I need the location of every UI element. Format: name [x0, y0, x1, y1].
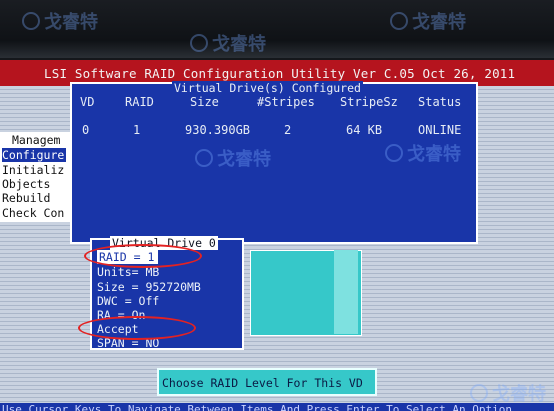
menu-item-objects[interactable]: Objects: [2, 177, 50, 191]
watermark-logo-icon: [195, 149, 213, 167]
menu-item-check-consistency[interactable]: Check Con: [2, 206, 64, 220]
watermark: 戈睿特: [22, 8, 98, 34]
watermark-logo-icon: [190, 34, 208, 52]
menu-item-configure[interactable]: Configure: [2, 148, 67, 162]
watermark-logo-icon: [385, 144, 403, 162]
cyan-panel-scroll: [334, 250, 358, 334]
watermark: 戈睿特: [470, 380, 546, 406]
cell-status: ONLINE: [418, 123, 462, 137]
watermark-logo-icon: [470, 384, 488, 402]
column-header-status: Status: [418, 95, 462, 109]
cell-size: 930.390GB: [185, 123, 251, 137]
bios-screen: LSI Software RAID Configuration Utility …: [0, 0, 554, 411]
watermark-logo-icon: [22, 12, 40, 30]
menu-item-initialize[interactable]: Initializ: [2, 163, 64, 177]
dwc-option[interactable]: DWC = Off: [97, 294, 159, 308]
annotation-oval-accept: [78, 316, 196, 340]
watermark: 戈睿特: [385, 140, 461, 166]
watermark-logo-icon: [390, 12, 408, 30]
column-header-stripes: #Stripes: [257, 95, 315, 109]
watermark: 戈睿特: [390, 8, 466, 34]
status-message: Choose RAID Level For This VD: [162, 376, 363, 390]
column-header-stripesz: StripeSz: [340, 95, 398, 109]
configured-drives-title: Virtual Drive(s) Configured: [172, 81, 363, 95]
help-text: Use Cursor Keys To Navigate Between Item…: [2, 403, 512, 411]
size-option[interactable]: Size = 952720MB: [97, 280, 201, 294]
watermark: 戈睿特: [195, 145, 271, 171]
column-header-raid: RAID: [125, 95, 154, 109]
cell-stripesz: 64 KB: [346, 123, 383, 137]
column-header-size: Size: [190, 95, 219, 109]
watermark: 戈睿特: [190, 30, 266, 56]
annotation-oval-raid: [84, 244, 202, 268]
cell-raid: 1: [133, 123, 141, 137]
cell-vd: 0: [82, 123, 90, 137]
menu-item-rebuild[interactable]: Rebuild: [2, 191, 50, 205]
cell-stripes: 2: [284, 123, 292, 137]
column-header-vd: VD: [80, 95, 95, 109]
management-menu-title: Managem: [12, 133, 61, 147]
app-title: LSI Software RAID Configuration Utility …: [44, 66, 516, 81]
